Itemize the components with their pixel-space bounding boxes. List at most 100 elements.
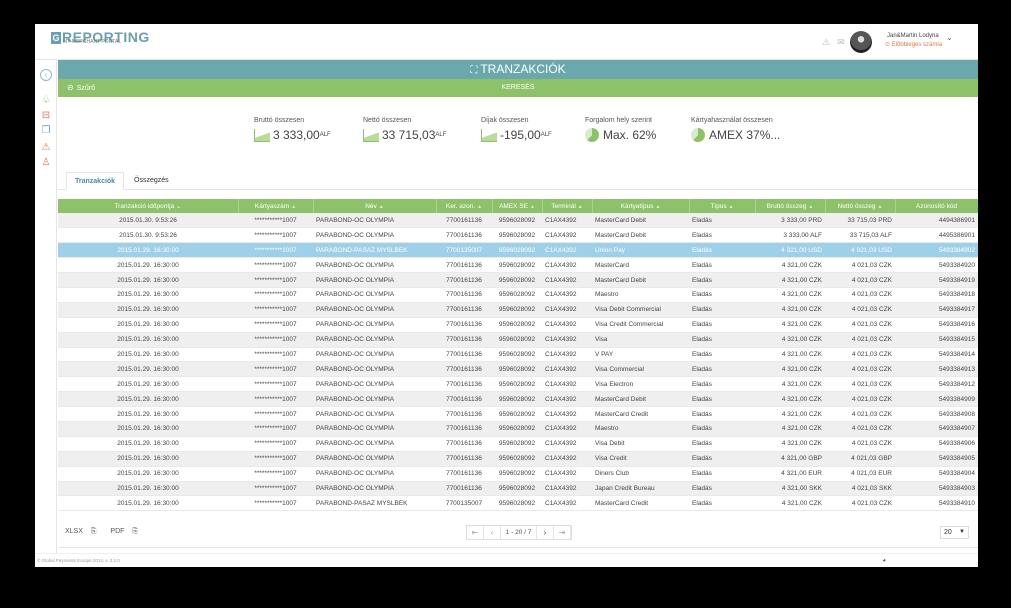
summary-amount: Max. 62%	[603, 128, 657, 142]
cell-id: 5493384917	[895, 302, 978, 318]
documents-icon[interactable]: ❐	[40, 125, 52, 137]
cart-icon[interactable]: ⊟	[40, 110, 52, 122]
cell-name: PARABOND-OC OLYMPIA	[313, 213, 436, 229]
table-row[interactable]: 2015.01.29. 16:30:00 ***********1007 PARAB…	[58, 347, 978, 363]
table-row[interactable]: 2015.01.29. 16:30:00 ***********1007 PARAB…	[58, 317, 978, 333]
cell-gross: 4 321,00 CZK	[755, 421, 825, 437]
cell-type: Eladás	[689, 317, 755, 333]
table-row[interactable]: 2015.01.29. 16:30:00 ***********1007 PARAB…	[58, 287, 978, 303]
user-name[interactable]: Jan&Martin Lodyna	[887, 33, 939, 39]
table-row[interactable]: 2015.01.29. 16:30:00 ***********1007 PARAB…	[58, 495, 978, 512]
cell-merchant-id: 7700161136	[436, 406, 492, 422]
table-row[interactable]: 2015.01.29. 16:30:00 ***********1007 PARAB…	[58, 421, 978, 437]
cell-terminal: C1AX4392	[542, 257, 592, 274]
globe-icon[interactable]: ◕	[882, 558, 886, 564]
column-header[interactable]: Tranzakció időpontja ⌄	[58, 199, 239, 213]
cell-type: Eladás	[689, 406, 755, 422]
cell-type: Eladás	[689, 421, 755, 437]
column-header[interactable]: Azonosító kód	[895, 199, 978, 213]
cell-card-number: ***********1007	[238, 347, 313, 363]
cell-gross: 4 321,00 CZK	[755, 272, 825, 288]
table-row[interactable]: 2015.01.29. 16:30:00 ***********1007 PARAB…	[58, 376, 978, 393]
column-header[interactable]: Típus ▲	[689, 199, 756, 213]
first-page-icon[interactable]: ⇤	[467, 526, 484, 539]
cell-card-number: ***********1007	[238, 451, 313, 467]
warning-icon[interactable]: ⚠	[822, 37, 830, 47]
cell-gross: 4 321,00 CZK	[755, 332, 825, 348]
table-row[interactable]: 2015.01.29. 16:30:00 ***********1007 PARAB…	[58, 436, 978, 452]
search-button[interactable]: KERESÉS	[58, 79, 978, 97]
cell-net: 4 021,03 CZK	[825, 287, 895, 303]
last-page-icon[interactable]: ⇥	[554, 526, 571, 539]
summary-card-usage[interactable]: Kártyahasználat összesen AMEX 37%...	[691, 117, 780, 142]
table-row[interactable]: 2015.01.29. 16:30:00 ***********1007 PARAB…	[58, 272, 978, 288]
export-xlsx-button[interactable]: XLSX ⎘	[65, 528, 102, 535]
column-header[interactable]: Bruttó összeg ▲	[755, 199, 826, 213]
summary-amount: AMEX 37%...	[709, 128, 781, 142]
filter-toggle[interactable]: ⊝ Szűrő	[67, 79, 95, 98]
user-account-link[interactable]: ⊙ Előbbieges számla	[885, 41, 942, 48]
cell-name: PARABOND-OC OLYMPIA	[313, 361, 436, 378]
column-label: Nettó összeg	[837, 202, 876, 210]
page-title-bar: ⛶ TRANZAKCIÓK	[58, 60, 978, 79]
column-header[interactable]: Terminál ▲	[542, 199, 593, 213]
table-row[interactable]: 2015.01.29. 16:30:00 ***********1007 PARAB…	[58, 466, 978, 482]
sort-icon: ▲	[529, 203, 535, 210]
tab-bar: Tranzakciók Összegzés	[58, 167, 978, 190]
tab-summary[interactable]: Összegzés	[126, 172, 177, 190]
sort-icon: ▲	[577, 203, 583, 210]
cell-datetime: 2015.01.29. 16:30:00	[58, 466, 238, 482]
cell-name: PARABOND-OC OLYMPIA	[313, 332, 436, 348]
alert-icon[interactable]: ⚠	[40, 142, 52, 154]
table-row[interactable]: 2015.01.30. 9:53:26 ***********1007 PARABO…	[58, 213, 978, 229]
column-header[interactable]: Kártyaszám ▲	[238, 199, 314, 213]
chevron-down-icon[interactable]: ⌄	[946, 33, 953, 42]
table-row[interactable]: 2015.01.29. 16:30:00 ***********1007 PARAB…	[58, 257, 978, 274]
table-row[interactable]: 2015.01.29. 16:30:00 ***********1007 PARAB…	[58, 481, 978, 497]
column-label: Ker. azon.	[445, 202, 476, 210]
back-icon[interactable]: ‹	[40, 69, 52, 81]
mail-icon[interactable]: ✉	[837, 37, 845, 47]
avatar[interactable]	[850, 31, 872, 53]
sort-icon: ▲	[877, 203, 883, 210]
cell-terminal: C1AX4392	[542, 391, 592, 408]
column-label: Név	[365, 202, 377, 210]
column-label: AMEX SE	[499, 202, 528, 210]
user-icon[interactable]: ♙	[40, 157, 52, 169]
table-row[interactable]: 2015.01.30. 9:53:26 ***********1007 PARABO…	[58, 227, 978, 244]
cell-card-number: ***********1007	[238, 242, 313, 259]
table-row[interactable]: 2015.01.29. 16:30:00 ***********1007 PARAB…	[58, 451, 978, 467]
area-chart-icon	[481, 128, 497, 142]
tab-transactions[interactable]: Tranzakciók	[66, 172, 125, 190]
cell-type: Eladás	[689, 451, 755, 467]
prev-page-icon[interactable]: ‹	[484, 526, 501, 539]
export-pdf-button[interactable]: PDF ⎘	[110, 528, 144, 535]
summary-location[interactable]: Forgalom hely szerint Max. 62%	[585, 117, 656, 142]
cell-gross: 4 321,00 CZK	[755, 495, 825, 512]
column-header[interactable]: Ker. azon. ▲	[436, 199, 493, 213]
next-page-icon[interactable]: ›	[537, 526, 554, 539]
table-row[interactable]: 2015.01.29. 16:30:00 ***********1007 PARAB…	[58, 406, 978, 422]
cell-amex-se: 9596028092	[492, 272, 542, 288]
logo-mark: G	[51, 32, 61, 44]
leaf-icon[interactable]: ♧	[40, 95, 52, 107]
sidebar: ‹ ♧ ⊟ ❐ ⚠ ♙	[35, 60, 57, 553]
page-size-select[interactable]: 20 ▼	[940, 526, 969, 539]
table-row[interactable]: 2015.01.29. 16:30:00 ***********1007 PARAB…	[58, 391, 978, 408]
cell-amex-se: 9596028092	[492, 361, 542, 378]
summary-value: AMEX 37%...	[691, 128, 780, 142]
table-row[interactable]: 2015.01.29. 16:30:00 ***********1007 PARAB…	[58, 361, 978, 378]
column-header[interactable]: Nettó összeg ▲	[825, 199, 896, 213]
table-row[interactable]: 2015.01.29. 16:30:00 ***********1007 PARAB…	[58, 302, 978, 318]
cell-type: Eladás	[689, 213, 755, 229]
table-row[interactable]: 2015.01.29. 16:30:00 ***********1007 PARAB…	[58, 332, 978, 348]
filter-label: Szűrő	[76, 85, 95, 92]
sort-icon: ▲	[477, 203, 483, 210]
cell-gross: 4 321,00 CZK	[755, 391, 825, 408]
cell-datetime: 2015.01.29. 16:30:00	[58, 287, 238, 303]
table-row[interactable]: 2015.01.29. 16:30:00 ***********1007 PARAB…	[58, 242, 978, 259]
export-pdf-label: PDF	[110, 528, 125, 535]
column-header[interactable]: Név ▲	[313, 199, 437, 213]
column-header[interactable]: Kártyatípus ▲	[592, 199, 690, 213]
column-header[interactable]: AMEX SE ▲	[492, 199, 543, 213]
